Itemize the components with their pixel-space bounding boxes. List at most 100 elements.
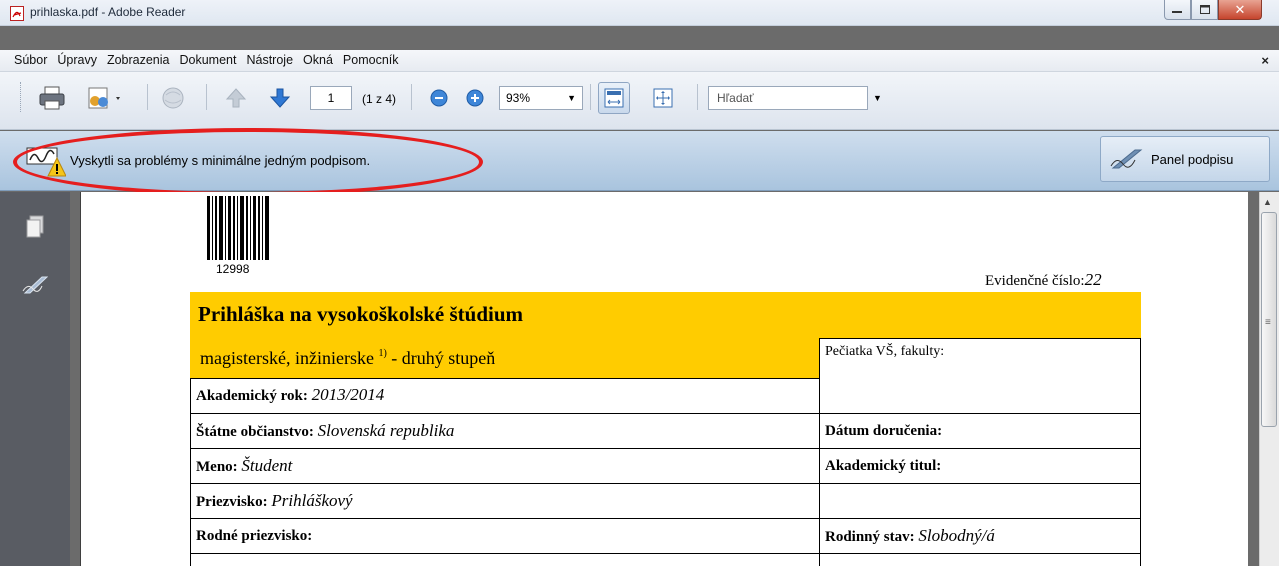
scrollbar-grip-icon: ≡ xyxy=(1265,317,1271,328)
zoom-in-button[interactable] xyxy=(464,84,486,112)
arrow-down-icon xyxy=(269,88,291,108)
chevron-down-icon[interactable]: ▼ xyxy=(873,93,882,103)
academic-year-label: Akademický rok: xyxy=(196,388,308,404)
pages-panel-button[interactable] xyxy=(20,212,50,242)
next-page-button[interactable] xyxy=(266,84,294,112)
delivery-date-label: Dátum doručenia: xyxy=(825,423,943,439)
marital-status-cell: Rodinný stav: Slobodný/á xyxy=(825,526,995,546)
stamp-label: Pečiatka VŠ, fakulty: xyxy=(825,344,945,359)
marital-status-label: Rodinný stav: xyxy=(825,529,915,545)
table-border xyxy=(190,413,1141,414)
table-border xyxy=(190,553,1141,554)
surname-label: Priezvisko: xyxy=(196,494,268,510)
evidence-number: Evidenčné číslo:22 xyxy=(985,270,1102,290)
menu-zobrazenia[interactable]: Zobrazenia xyxy=(102,53,175,67)
toolbar-separator xyxy=(697,84,698,110)
zoom-out-icon xyxy=(430,89,448,107)
table-border xyxy=(190,483,1141,484)
scroll-up-arrow-icon[interactable]: ▲ xyxy=(1263,197,1272,207)
menu-upravy[interactable]: Úpravy xyxy=(52,53,102,67)
maximize-button[interactable] xyxy=(1191,0,1218,20)
title-bar xyxy=(0,0,1279,26)
minimize-icon xyxy=(1172,10,1182,13)
close-button[interactable]: ✕ xyxy=(1218,0,1262,20)
signatures-panel-button[interactable] xyxy=(20,270,50,300)
toolbar xyxy=(0,72,1279,130)
table-border xyxy=(190,378,819,379)
window-controls: ✕ xyxy=(1164,0,1262,20)
menu-pomocnik[interactable]: Pomocník xyxy=(338,53,404,67)
toolbar-separator xyxy=(206,84,207,110)
academic-year-value: 2013/2014 xyxy=(311,385,385,404)
close-icon: ✕ xyxy=(1234,1,1246,17)
adobe-pdf-icon xyxy=(10,6,24,21)
table-border xyxy=(190,378,191,566)
barcode-number: 12998 xyxy=(216,262,250,276)
name-cell: Meno: Študent xyxy=(196,456,292,476)
table-border xyxy=(190,448,1141,449)
pages-icon xyxy=(26,215,44,238)
signature-panel-button[interactable]: Panel podpisu xyxy=(1100,136,1270,182)
signature-pen-icon xyxy=(22,276,48,294)
zoom-select[interactable]: 93% ▼ xyxy=(499,86,583,110)
menu-subor[interactable]: Súbor xyxy=(9,53,52,67)
toolbar-separator xyxy=(147,84,148,110)
form-subtitle: magisterské, inžinierske 1) - druhý stup… xyxy=(200,348,495,369)
academic-year-cell: Akademický rok: 2013/2014 xyxy=(196,385,384,405)
signature-pen-icon xyxy=(1110,149,1143,169)
collaborate-icon xyxy=(88,87,120,109)
table-border xyxy=(819,338,1141,339)
fit-page-icon xyxy=(653,88,673,108)
navigation-pane xyxy=(0,192,70,566)
footnote-marker: 1) xyxy=(378,348,387,359)
toolbar-grip[interactable] xyxy=(20,82,23,112)
citizenship-label: Štátne občianstvo: xyxy=(196,424,314,440)
name-label: Meno: xyxy=(196,459,238,475)
barcode xyxy=(207,196,269,260)
citizenship-value: Slovenská republika xyxy=(317,421,455,440)
form-subtitle-main: magisterské, inžinierske xyxy=(200,348,374,368)
zoom-in-icon xyxy=(466,89,484,107)
evidence-number-value: 22 xyxy=(1084,270,1102,289)
document-close-button[interactable]: × xyxy=(1261,53,1269,68)
red-annotation-ellipse xyxy=(13,128,483,196)
fit-width-button[interactable] xyxy=(598,82,630,114)
page-count: (1 z 4) xyxy=(362,92,397,106)
toolbar-separator xyxy=(590,84,591,110)
birth-surname-cell: Rodné priezvisko: xyxy=(196,528,312,545)
degree-label: Akademický titul: xyxy=(825,458,942,474)
menu-dokument[interactable]: Dokument xyxy=(175,53,242,67)
form-title: Prihláška na vysokoškolské štúdium xyxy=(198,302,524,326)
table-border xyxy=(190,518,1141,519)
marital-status-value: Slobodný/á xyxy=(918,526,995,545)
name-value: Študent xyxy=(241,456,293,475)
menu-items: Súbor Úpravy Zobrazenia Dokument Nástroj… xyxy=(9,53,404,67)
evidence-number-label: Evidenčné číslo: xyxy=(985,273,1085,289)
stamp-cell: Pečiatka VŠ, fakulty: xyxy=(825,344,944,360)
previous-page-button[interactable] xyxy=(222,84,250,112)
surname-cell: Priezvisko: Prihláškový xyxy=(196,491,353,511)
table-border xyxy=(1140,338,1141,566)
sign-disabled-button[interactable] xyxy=(158,84,188,112)
birth-surname-label: Rodné priezvisko: xyxy=(196,528,313,544)
printer-icon xyxy=(39,86,65,110)
table-border xyxy=(819,338,820,566)
zoom-out-button[interactable] xyxy=(428,84,450,112)
minimize-button[interactable] xyxy=(1164,0,1191,20)
signature-panel-label: Panel podpisu xyxy=(1151,151,1234,167)
collaborate-button[interactable] xyxy=(84,84,126,112)
chevron-down-icon: ▼ xyxy=(567,93,576,103)
window-title: prihlaska.pdf - Adobe Reader xyxy=(30,5,186,19)
menu-nastroje[interactable]: Nástroje xyxy=(241,53,298,67)
fit-width-icon xyxy=(604,88,624,108)
arrow-up-icon xyxy=(225,88,247,108)
maximize-icon xyxy=(1199,5,1210,14)
globe-icon xyxy=(162,87,184,109)
page-number-input[interactable]: 1 xyxy=(310,86,352,110)
fit-page-button[interactable] xyxy=(650,84,676,112)
toolbar-separator xyxy=(411,84,412,110)
menu-okna[interactable]: Okná xyxy=(298,53,338,67)
search-input[interactable]: Hľadať xyxy=(708,86,868,110)
delivery-date-cell: Dátum doručenia: xyxy=(825,423,942,440)
print-button[interactable] xyxy=(36,84,68,112)
